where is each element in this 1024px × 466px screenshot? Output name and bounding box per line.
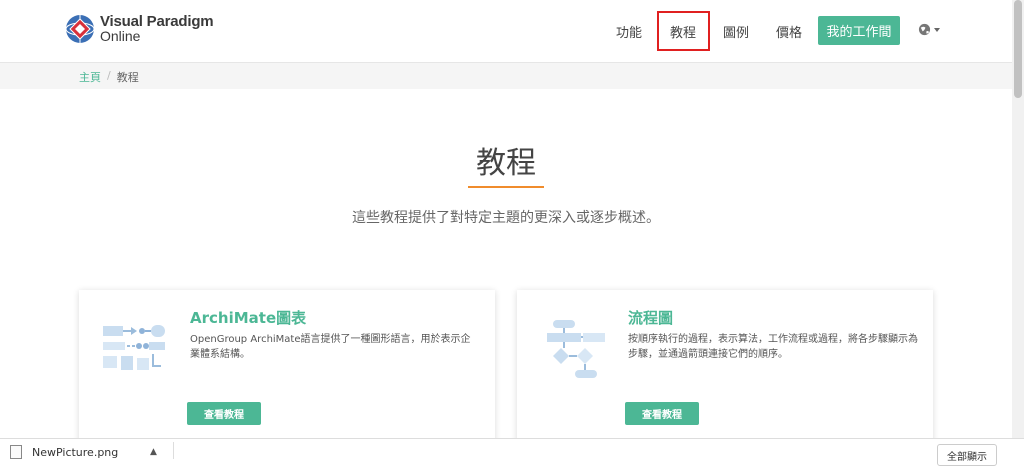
card-description: 按順序執行的過程，表示算法，工作流程或過程，將各步驟顯示為步驟，並通過箭頭連接它… — [628, 334, 918, 360]
view-tutorial-button[interactable]: 查看教程 — [625, 402, 699, 425]
page-scrollbar[interactable] — [1012, 0, 1024, 438]
language-selector[interactable] — [918, 23, 940, 36]
card-description: OpenGroup ArchiMate語言提供了一種圖形語言，用於表示企業體系結… — [190, 334, 471, 360]
title-underline — [468, 186, 544, 188]
breadcrumb-separator: / — [107, 69, 111, 82]
card-title[interactable]: ArchiMate圖表 — [190, 307, 306, 328]
tutorial-card-flowchart[interactable]: 流程圖 按順序執行的過程，表示算法，工作流程或過程，將各步驟顯示為步驟，並通過箭… — [517, 290, 933, 450]
scrollbar-thumb[interactable] — [1014, 0, 1022, 98]
logo-title: Visual Paradigm — [100, 13, 214, 30]
breadcrumb-current: 教程 — [116, 71, 139, 84]
logo-icon — [65, 15, 95, 43]
nav-diagrams[interactable]: 圖例 — [723, 22, 749, 41]
active-nav-highlight — [657, 11, 710, 51]
download-item[interactable]: NewPicture.png — [10, 445, 118, 459]
breadcrumb: 主頁 / 教程 — [79, 69, 139, 85]
card-title[interactable]: 流程圖 — [628, 307, 673, 328]
chevron-up-icon[interactable]: ▲ — [150, 447, 157, 457]
page-subtitle: 這些教程提供了對特定主題的更深入或逐步概述。 — [352, 210, 660, 226]
nav-features[interactable]: 功能 — [616, 22, 642, 41]
download-bar: NewPicture.png ▲ 全部顯示 — [0, 438, 1024, 466]
view-tutorial-button[interactable]: 查看教程 — [187, 402, 261, 425]
breadcrumb-home[interactable]: 主頁 — [79, 69, 101, 85]
chevron-down-icon — [934, 27, 940, 32]
tutorial-card-archimate[interactable]: ArchiMate圖表 OpenGroup ArchiMate語言提供了一種圖形… — [79, 290, 495, 450]
archimate-diagram-icon — [103, 325, 165, 370]
page-title: 教程 — [476, 146, 536, 181]
my-workspace-button[interactable]: 我的工作間 — [818, 16, 900, 45]
breadcrumb-bar: 主頁 / 教程 — [0, 63, 1012, 89]
file-icon — [10, 445, 22, 459]
show-all-button[interactable]: 全部顯示 — [937, 444, 997, 466]
divider — [173, 442, 174, 459]
top-navbar: Visual Paradigm Online 功能 教程 圖例 價格 我的工作間 — [0, 0, 1012, 63]
logo[interactable]: Visual Paradigm Online — [64, 13, 214, 45]
download-file-name[interactable]: NewPicture.png — [32, 446, 118, 459]
flowchart-diagram-icon — [547, 320, 605, 378]
nav-pricing[interactable]: 價格 — [776, 22, 802, 41]
globe-icon — [918, 23, 931, 36]
logo-subtitle: Online — [100, 28, 141, 44]
